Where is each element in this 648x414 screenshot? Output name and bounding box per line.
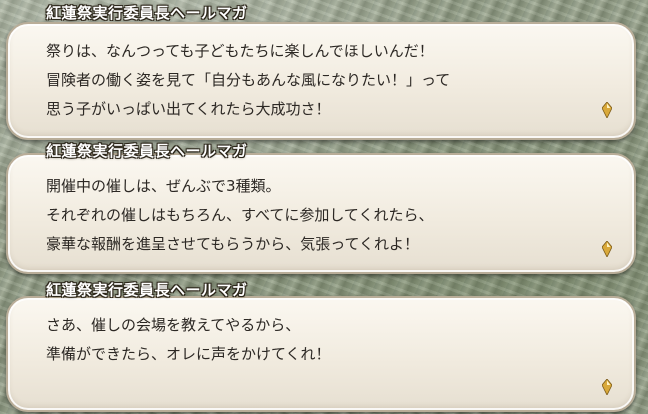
dialog-line: 祭りは、なんつっても子どもたちに楽しんでほしいんだ！ <box>46 42 434 60</box>
speaker-name: 紅蓮祭実行委員長ヘールマガ <box>46 281 248 299</box>
dialog-text: 開催中の催しは、ぜんぶで3種類。 それぞれの催しはもちろん、すべてに参加してくれ… <box>46 172 596 259</box>
dialog-window-2[interactable]: 紅蓮祭実行委員長ヘールマガ 開催中の催しは、ぜんぶで3種類。 それぞれの催しはも… <box>6 140 636 274</box>
dialog-text: 祭りは、なんつっても子どもたちに楽しんでほしいんだ！ 冒険者の働く姿を見て「自分… <box>46 37 596 124</box>
speaker-name: 紅蓮祭実行委員長ヘールマガ <box>46 142 248 160</box>
advance-diamond-icon[interactable] <box>602 379 612 395</box>
dialog-line: 思う子がいっぱい出てくれたら大成功さ！ <box>46 100 331 118</box>
dialog-line: 豪華な報酬を進呈させてもらうから、気張ってくれよ！ <box>46 235 420 253</box>
speaker-name: 紅蓮祭実行委員長ヘールマガ <box>46 4 248 22</box>
dialog-line: それぞれの催しはもちろん、すべてに参加してくれたら、 <box>46 206 434 224</box>
advance-diamond-icon[interactable] <box>602 102 612 118</box>
dialog-window-3[interactable]: 紅蓮祭実行委員長ヘールマガ さあ、催しの会場を教えてやるから、 準備ができたら、… <box>6 279 636 412</box>
dialog-text: さあ、催しの会場を教えてやるから、 準備ができたら、オレに声をかけてくれ！ <box>46 311 596 369</box>
dialog-line: 準備ができたら、オレに声をかけてくれ！ <box>46 345 331 363</box>
advance-diamond-icon[interactable] <box>602 241 612 257</box>
dialog-window-1[interactable]: 紅蓮祭実行委員長ヘールマガ 祭りは、なんつっても子どもたちに楽しんでほしいんだ！… <box>6 2 636 140</box>
dialog-line: 開催中の催しは、ぜんぶで3種類。 <box>46 177 281 195</box>
dialog-line: 冒険者の働く姿を見て「自分もあんな風になりたい！」って <box>46 71 451 89</box>
dialog-line: さあ、催しの会場を教えてやるから、 <box>46 316 301 334</box>
